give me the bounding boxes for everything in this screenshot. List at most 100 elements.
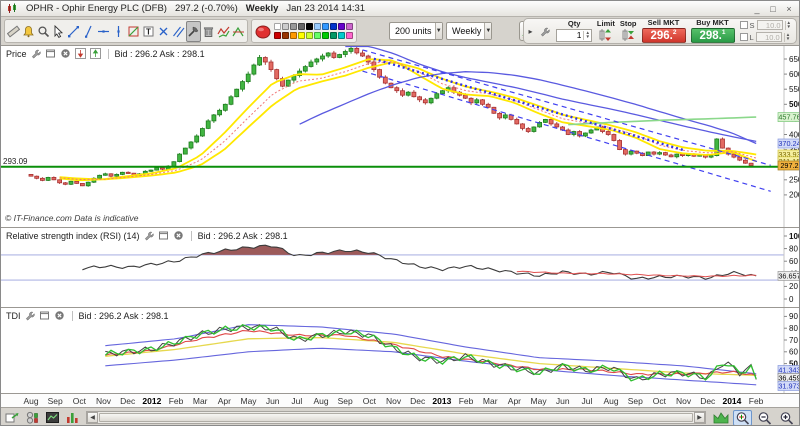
zoom-tool[interactable] <box>36 21 51 42</box>
palette-color-swatch[interactable] <box>282 23 289 30</box>
close-icon[interactable] <box>54 310 66 322</box>
sell-arrow-icon[interactable] <box>75 48 87 60</box>
maximize-icon[interactable] <box>39 310 51 322</box>
zoom-out-button[interactable] <box>755 410 774 426</box>
retracement-tool[interactable] <box>126 21 141 42</box>
tool-group: T <box>4 19 248 43</box>
time-axis-month: Aug <box>23 396 38 406</box>
limit-order-button[interactable] <box>598 28 613 42</box>
hline-tool[interactable] <box>96 21 111 42</box>
palette-color-swatch[interactable] <box>338 32 345 39</box>
export-icon[interactable] <box>4 410 21 425</box>
zigzag-tool[interactable] <box>216 21 231 42</box>
time-axis-month: Sep <box>338 396 353 406</box>
tdi-bid-ask: Bid : 296.2 Ask : 298.1 <box>79 311 169 321</box>
price-chart[interactable]: 293.09200250300350400450500550600650457.… <box>1 46 800 228</box>
stop-distance-stepper[interactable]: ▲▼ <box>785 21 792 30</box>
rsi-panel-title: Relative strength index (RSI) (14) <box>6 231 140 241</box>
display-settings-icon[interactable] <box>24 410 41 425</box>
scroll-right-arrow[interactable]: ▶ <box>694 412 705 423</box>
volume-bars-icon[interactable] <box>64 410 81 425</box>
palette-color-swatch[interactable] <box>322 32 329 39</box>
palette-color-swatch[interactable] <box>306 23 313 30</box>
palette-color-swatch[interactable] <box>298 23 305 30</box>
timeframe-select[interactable]: Weekly ▼ <box>446 22 492 40</box>
palette-color-swatch[interactable] <box>306 32 313 39</box>
price-bid-ask: Bid : 296.2 Ask : 298.1 <box>115 49 205 59</box>
palette-color-swatch[interactable] <box>274 32 281 39</box>
time-axis-month: Aug <box>313 396 328 406</box>
svg-text:70: 70 <box>789 336 798 345</box>
time-axis-month: Jul <box>291 396 302 406</box>
zoom-selection-button[interactable] <box>733 410 752 426</box>
buy-mkt-label: Buy MKT <box>696 19 729 27</box>
svg-text:90: 90 <box>789 312 798 321</box>
text-tool[interactable]: T <box>141 21 156 42</box>
limit-distance-input[interactable] <box>756 32 782 42</box>
cursor-tool[interactable] <box>51 21 66 42</box>
trade-settings-button[interactable] <box>537 23 551 39</box>
close-button[interactable]: × <box>784 4 794 14</box>
palette-color-swatch[interactable] <box>330 23 337 30</box>
sell-market-button[interactable]: 296.2 <box>642 28 686 43</box>
palette-color-swatch[interactable] <box>338 23 345 30</box>
palette-color-swatch[interactable] <box>346 32 353 39</box>
segment-tool[interactable] <box>81 21 96 42</box>
maximize-icon[interactable] <box>158 230 170 242</box>
alarm-tool[interactable] <box>21 21 36 42</box>
buy-market-button[interactable]: 298.1 <box>691 28 735 43</box>
vline-tool[interactable] <box>111 21 126 42</box>
palette-color-swatch[interactable] <box>298 32 305 39</box>
maximize-icon[interactable] <box>45 48 57 60</box>
fit-zoom-button[interactable] <box>711 410 730 426</box>
palette-color-swatch[interactable] <box>330 32 337 39</box>
cross-tool[interactable] <box>156 21 171 42</box>
stop-order-button[interactable] <box>621 28 636 42</box>
palette-color-swatch[interactable] <box>290 32 297 39</box>
delete-tool[interactable] <box>201 21 216 42</box>
time-scrollbar[interactable]: ◀ ▶ <box>86 411 706 424</box>
palette-color-swatch[interactable] <box>346 23 353 30</box>
qty-stepper[interactable]: ▲▼ <box>583 31 590 40</box>
screenshot-icon[interactable] <box>44 410 61 425</box>
limit-distance-stepper[interactable]: ▲▼ <box>784 33 791 42</box>
wrench-icon[interactable] <box>143 230 155 242</box>
palette-color-swatch[interactable] <box>274 23 281 30</box>
collapse-arrow-icon[interactable]: ▸ <box>528 27 532 36</box>
svg-text:457.76: 457.76 <box>778 113 800 122</box>
minimize-button[interactable]: _ <box>752 4 762 14</box>
drawing-toolbar: T 200 units ▼ Weekly ▼ ▸ <box>1 17 799 45</box>
time-axis-month: Sep <box>48 396 63 406</box>
wrench-icon[interactable] <box>24 310 36 322</box>
time-axis-month: Nov <box>96 396 111 406</box>
stop-distance-input[interactable] <box>757 20 783 30</box>
buy-arrow-icon[interactable] <box>90 48 102 60</box>
zoom-in-button[interactable] <box>777 410 796 426</box>
palette-color-swatch[interactable] <box>322 23 329 30</box>
selected-color-swatch[interactable] <box>255 24 271 39</box>
units-select[interactable]: 200 units ▼ <box>389 22 443 40</box>
close-icon[interactable] <box>173 230 185 242</box>
scrollbar-thumb[interactable] <box>99 413 693 422</box>
parallel-lines-tool[interactable] <box>171 21 186 42</box>
price-panel-title: Price <box>6 49 27 59</box>
trendline-tool[interactable] <box>66 21 81 42</box>
wrench-icon[interactable] <box>30 48 42 60</box>
palette-color-swatch[interactable] <box>314 32 321 39</box>
stop-checkbox-label: S <box>750 21 755 30</box>
drawing-settings-tool[interactable] <box>186 21 201 42</box>
palette-color-swatch[interactable] <box>290 23 297 30</box>
stop-checkbox[interactable] <box>740 21 748 29</box>
measure-tool[interactable] <box>6 21 21 42</box>
pattern-tool[interactable] <box>231 21 246 42</box>
scroll-left-arrow[interactable]: ◀ <box>87 412 98 423</box>
palette-color-swatch[interactable] <box>282 32 289 39</box>
time-axis-month: Jun <box>266 396 280 406</box>
time-axis-month: Apr <box>508 396 521 406</box>
palette-color-swatch[interactable] <box>314 23 321 30</box>
limit-checkbox[interactable] <box>740 33 748 41</box>
qty-input[interactable] <box>557 30 583 41</box>
restore-button[interactable]: □ <box>768 4 778 14</box>
limit-label: Limit <box>597 20 615 28</box>
close-icon[interactable] <box>60 48 72 60</box>
